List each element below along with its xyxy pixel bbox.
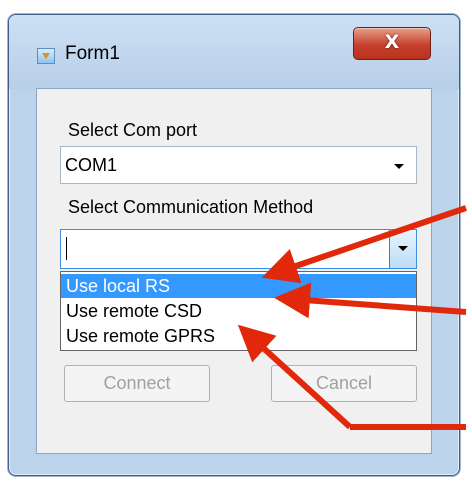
method-select[interactable] (60, 229, 417, 269)
dropdown-button[interactable] (389, 230, 416, 268)
close-button[interactable]: X (353, 27, 431, 60)
option-use-remote-gprs[interactable]: Use remote GPRS (61, 324, 416, 348)
method-dropdown-list: Use local RS Use remote CSD Use remote G… (60, 271, 417, 351)
window-title: Form1 (65, 43, 120, 64)
chevron-down-icon[interactable] (394, 164, 404, 169)
method-label: Select Communication Method (68, 197, 314, 217)
cancel-button[interactable]: Cancel (271, 365, 417, 402)
option-use-local-rs[interactable]: Use local RS (61, 274, 416, 298)
connect-button[interactable]: Connect (64, 365, 210, 402)
text-caret (66, 237, 67, 260)
close-icon: X (384, 31, 400, 53)
title-bar[interactable]: Form1 X (9, 15, 459, 89)
com-port-select[interactable]: COM1 (60, 146, 417, 184)
com-port-value: COM1 (65, 155, 118, 175)
option-use-remote-csd[interactable]: Use remote CSD (61, 299, 416, 323)
app-icon (37, 48, 55, 64)
com-port-label: Select Com port (68, 120, 198, 140)
